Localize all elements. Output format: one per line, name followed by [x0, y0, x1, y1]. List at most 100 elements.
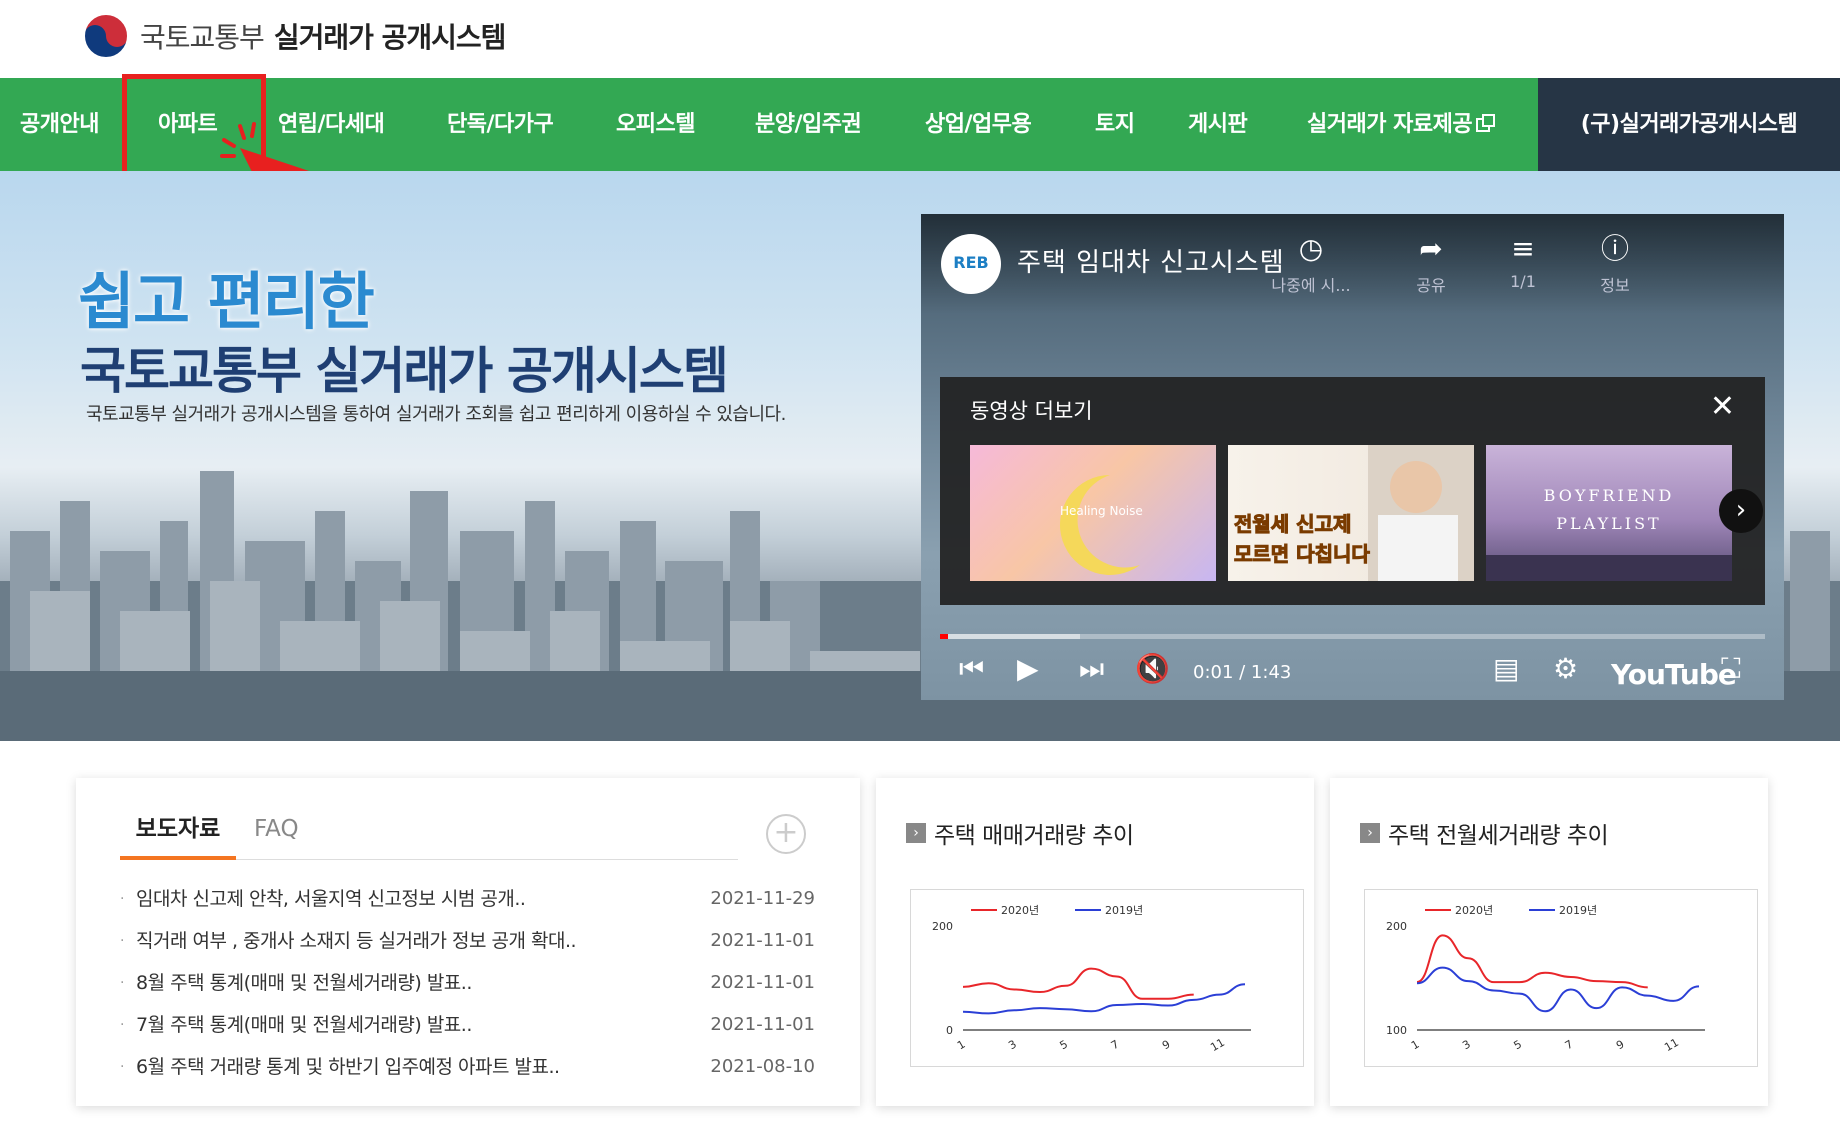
bullet-icon: · [120, 933, 125, 949]
youtube-player[interactable]: REB 주택 임대차 신고시스템 ◷ 나중에 시... ➦ 공유 ≡ 1/1 ⓘ… [921, 214, 1784, 700]
previous-icon[interactable]: ⏮ [959, 652, 984, 686]
nav-item-detached-house[interactable]: 단독/다가구 [447, 78, 554, 171]
list-item[interactable]: · 직거래 여부 , 중개사 소재지 등 실거래가 정보 공개 확대.. 2021-… [120, 920, 815, 962]
news-date: 2021-11-01 [710, 1014, 815, 1035]
thumb3-text-line1: BOYFRIEND [1544, 486, 1675, 505]
thumb2-caption-line1: 전월세 신고제 [1234, 512, 1351, 536]
video-title[interactable]: 주택 임대차 신고시스템 [1017, 242, 1285, 279]
rent-volume-panel: › 주택 전월세거래량 추이 100 200 1 3 5 7 9 11 2020년 2019년 [1330, 778, 1768, 1106]
sales-volume-heading[interactable]: › 주택 매매거래량 추이 [906, 816, 1134, 850]
bullet-icon: · [120, 891, 125, 907]
x-tick-label: 1 [955, 1038, 968, 1053]
list-item[interactable]: · 6월 주택 거래량 통계 및 하반기 입주예정 아파트 발표.. 2021-08… [120, 1046, 815, 1088]
tab-press-release[interactable]: 보도자료 [120, 808, 236, 860]
fullscreen-icon[interactable]: ⛶ [1721, 652, 1741, 686]
taegeuk-logo-icon [83, 13, 129, 59]
ministry-name: 국토교통부 [140, 21, 265, 54]
news-title: 7월 주택 통계(매매 및 전월세거래량) 발표.. [136, 1014, 472, 1036]
more-plus-icon[interactable]: + [766, 814, 806, 854]
nav-item-commercial[interactable]: 상업/업무용 [925, 78, 1032, 171]
suggested-video-thumbnail[interactable]: 전월세 신고제 모르면 다칩니다 [1228, 445, 1474, 581]
legend-label: 2019년 [1559, 904, 1597, 917]
subtitles-icon[interactable]: ▤ [1493, 652, 1519, 685]
news-date: 2021-11-01 [710, 930, 815, 951]
rent-volume-chart[interactable]: 100 200 1 3 5 7 9 11 2020년 2019년 [1364, 889, 1758, 1067]
nav-item-data-provision-label: 실거래가 자료제공 [1307, 112, 1473, 137]
nav-item-data-provision[interactable]: 실거래가 자료제공 [1307, 78, 1496, 171]
news-title: 직거래 여부 , 중개사 소재지 등 실거래가 정보 공개 확대.. [136, 930, 577, 952]
thumb3-text-line2: PLAYLIST [1556, 514, 1661, 533]
share-arrow-icon: ➦ [1419, 232, 1443, 265]
progress-buffered [940, 634, 1081, 639]
suggested-video-thumbnail[interactable]: BOYFRIEND PLAYLIST [1486, 445, 1732, 581]
nav-item-board[interactable]: 게시판 [1188, 78, 1248, 171]
chevron-right-icon[interactable]: › [1719, 489, 1763, 533]
list-item[interactable]: · 임대차 신고제 안착, 서울지역 신고정보 시범 공개.. 2021-11-29 [120, 878, 815, 920]
system-name: 실거래가 공개시스템 [273, 21, 507, 54]
legend-label: 2020년 [1001, 904, 1039, 917]
chevron-right-icon: › [906, 823, 926, 843]
x-tick-label: 9 [1614, 1038, 1627, 1053]
share-button[interactable]: ➦ 공유 [1391, 232, 1471, 296]
x-tick-label: 5 [1058, 1038, 1071, 1053]
muted-volume-icon[interactable]: 🔇 [1135, 652, 1170, 685]
news-date: 2021-11-29 [710, 888, 815, 909]
old-system-link[interactable]: (구)실거래가공개시스템 [1538, 78, 1840, 171]
more-videos-panel: 동영상 더보기 ✕ Healing Noise 전월세 신고제 모르면 다칩니다… [940, 377, 1765, 605]
youtube-logo[interactable]: YouTube [1611, 658, 1737, 691]
playlist-button[interactable]: ≡ 1/1 [1483, 232, 1563, 291]
suggested-video-thumbnail[interactable]: Healing Noise [970, 445, 1216, 581]
presenter-illustration: 전월세 신고제 모르면 다칩니다 [1234, 445, 1474, 581]
x-tick-label: 3 [1006, 1038, 1019, 1053]
rent-volume-heading[interactable]: › 주택 전월세거래량 추이 [1360, 816, 1609, 850]
info-button[interactable]: ⓘ 정보 [1575, 232, 1655, 296]
x-tick-label: 7 [1109, 1038, 1122, 1053]
settings-gear-icon[interactable]: ⚙ [1553, 652, 1578, 685]
x-tick-label: 9 [1160, 1038, 1173, 1053]
nav-item-guide[interactable]: 공개안내 [20, 78, 99, 171]
thumb2-caption-line2: 모르면 다칩니다 [1234, 542, 1370, 566]
player-controls: ⏮ ▶ ⏭ 🔇 0:01 / 1:43 ▤ ⚙ YouTube ⛶ [921, 644, 1784, 700]
nav-item-land[interactable]: 토지 [1095, 78, 1135, 171]
series-line [1416, 934, 1648, 989]
bullet-icon: · [120, 975, 125, 991]
playlist-illustration: BOYFRIEND PLAYLIST [1486, 486, 1732, 581]
hero-title-line2: 국토교통부 실거래가 공개시스템 [80, 342, 729, 400]
y-tick-label: 100 [1386, 1024, 1407, 1037]
info-icon: ⓘ [1600, 232, 1629, 265]
progress-bar[interactable] [940, 634, 1765, 639]
site-header: 국토교통부 실거래가 공개시스템 [0, 0, 1840, 78]
tab-faq[interactable]: FAQ [254, 808, 299, 860]
list-item[interactable]: · 7월 주택 통계(매매 및 전월세거래량) 발표.. 2021-11-01 [120, 1004, 815, 1046]
news-tabs: 보도자료 FAQ [120, 808, 738, 860]
sales-volume-panel: › 주택 매매거래량 추이 0 200 1 3 5 7 9 11 2020년 2019년 [876, 778, 1314, 1106]
news-date: 2021-08-10 [710, 1056, 815, 1077]
bullet-icon: · [120, 1017, 125, 1033]
news-list: · 임대차 신고제 안착, 서울지역 신고정보 시범 공개.. 2021-11-29… [120, 878, 815, 1088]
bullet-icon: · [120, 1059, 125, 1075]
external-link-icon [1476, 114, 1496, 132]
x-tick-label: 7 [1563, 1038, 1576, 1053]
watch-later-button[interactable]: ◷ 나중에 시... [1271, 232, 1351, 296]
site-logo[interactable]: 국토교통부 실거래가 공개시스템 [82, 10, 507, 62]
nav-item-presale[interactable]: 분양/입주권 [755, 78, 862, 171]
chart-title: 주택 매매거래량 추이 [934, 823, 1134, 849]
close-icon[interactable]: ✕ [1710, 389, 1735, 424]
thumb1-text: Healing Noise [1060, 504, 1143, 518]
rent-volume-chart-svg: 100 200 1 3 5 7 9 11 2020년 2019년 [1386, 904, 1705, 1054]
sales-volume-chart[interactable]: 0 200 1 3 5 7 9 11 2020년 2019년 [910, 889, 1304, 1067]
nav-item-officetel[interactable]: 오피스텔 [616, 78, 695, 171]
news-title: 8월 주택 통계(매매 및 전월세거래량) 발표.. [136, 972, 472, 994]
channel-logo[interactable]: REB [941, 234, 1001, 294]
x-tick-label: 1 [1409, 1038, 1422, 1053]
play-icon[interactable]: ▶ [1017, 652, 1039, 685]
chevron-right-icon: › [1360, 823, 1380, 843]
x-tick-label: 11 [1208, 1036, 1227, 1054]
next-icon[interactable]: ⏭ [1079, 652, 1104, 686]
legend-label: 2020년 [1455, 904, 1493, 917]
series-line [962, 967, 1194, 1000]
list-item[interactable]: · 8월 주택 통계(매매 및 전월세거래량) 발표.. 2021-11-01 [120, 962, 815, 1004]
y-tick-label: 0 [946, 1024, 953, 1037]
playlist-icon: ≡ [1511, 232, 1535, 265]
playlist-count-label: 1/1 [1510, 272, 1536, 291]
